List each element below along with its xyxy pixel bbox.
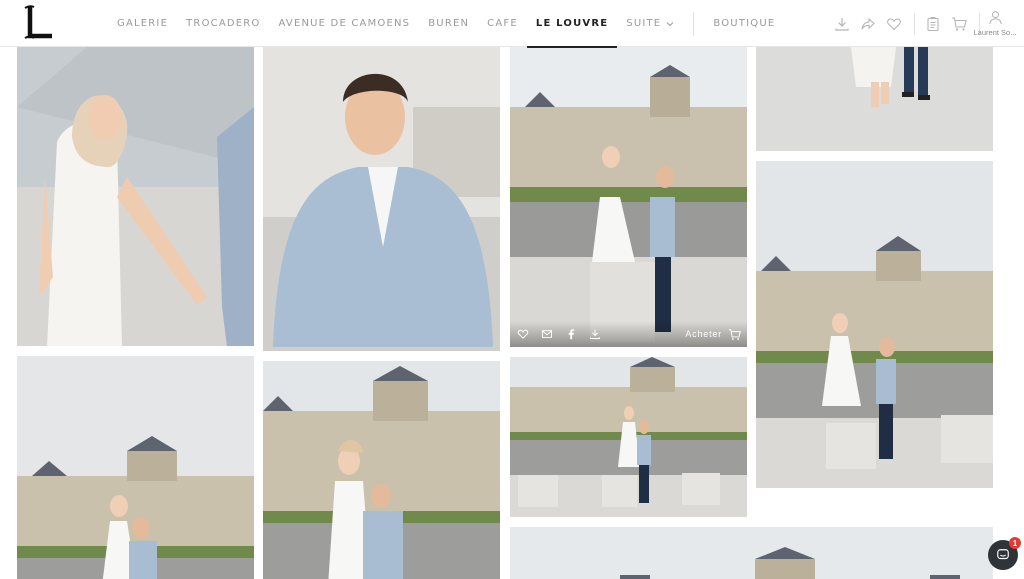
cart-icon bbox=[952, 16, 967, 31]
nav-item-buren[interactable]: BUREN bbox=[419, 0, 478, 47]
toolbar bbox=[830, 0, 986, 47]
favorites-button[interactable] bbox=[882, 12, 906, 36]
nav-label: BOUTIQUE bbox=[713, 18, 776, 29]
chat-icon bbox=[997, 549, 1009, 560]
user-icon bbox=[988, 11, 1002, 25]
nav-item-trocadero[interactable]: TROCADERO bbox=[177, 0, 269, 47]
nav-item-galerie[interactable]: GALERIE bbox=[108, 0, 177, 47]
mail-icon bbox=[542, 330, 552, 338]
main-nav: GALERIE TROCADERO AVENUE DE CAMOENS BURE… bbox=[108, 0, 784, 48]
user-account[interactable]: Laurent So... bbox=[970, 10, 1020, 37]
nav-label: TROCADERO bbox=[186, 18, 261, 29]
nav-item-le-louvre[interactable]: LE LOUVRE bbox=[526, 0, 618, 48]
chevron-down-icon bbox=[666, 21, 674, 26]
nav-label: BUREN bbox=[428, 18, 470, 29]
photo-email-button[interactable] bbox=[540, 327, 554, 341]
nav-label: CAFE bbox=[487, 18, 518, 29]
gallery-photo[interactable] bbox=[756, 47, 993, 151]
photo-bride-walking bbox=[17, 47, 254, 346]
logo-mark bbox=[24, 5, 52, 39]
photo-facebook-button[interactable] bbox=[564, 327, 578, 341]
photo-louvre-couple-pedestals bbox=[756, 161, 993, 488]
nav-item-suite[interactable]: SUITE bbox=[617, 0, 683, 47]
gallery-photo[interactable] bbox=[263, 47, 500, 351]
nav-item-boutique[interactable]: BOUTIQUE bbox=[704, 0, 784, 47]
heart-icon bbox=[887, 17, 901, 30]
nav-divider bbox=[693, 11, 695, 36]
download-icon bbox=[835, 17, 849, 31]
gallery-page: GALERIE TROCADERO AVENUE DE CAMOENS BURE… bbox=[0, 0, 1024, 579]
brand-logo[interactable] bbox=[22, 4, 56, 42]
nav-label: AVENUE DE CAMOENS bbox=[278, 18, 411, 29]
photo-couple-walking-feet bbox=[756, 47, 993, 151]
gallery-photo[interactable] bbox=[17, 47, 254, 346]
top-header: GALERIE TROCADERO AVENUE DE CAMOENS BURE… bbox=[0, 0, 1024, 48]
facebook-icon bbox=[568, 329, 574, 340]
buy-button[interactable]: Acheter bbox=[685, 328, 741, 341]
clipboard-icon bbox=[927, 16, 939, 31]
nav-item-avenue-de-camoens[interactable]: AVENUE DE CAMOENS bbox=[270, 0, 420, 47]
photo-louvre-couple-wide bbox=[17, 356, 254, 579]
orders-button[interactable] bbox=[921, 12, 945, 36]
heart-icon bbox=[517, 329, 529, 339]
cart-button[interactable] bbox=[947, 12, 971, 36]
photo-louvre-couple-blocks bbox=[510, 357, 747, 517]
gallery-photo-hovered[interactable]: Acheter bbox=[510, 47, 747, 347]
gallery-photo[interactable] bbox=[263, 361, 500, 579]
photo-favorite-button[interactable] bbox=[516, 327, 530, 341]
download-all-button[interactable] bbox=[830, 12, 854, 36]
buy-label: Acheter bbox=[685, 329, 722, 339]
gallery-photo[interactable] bbox=[756, 161, 993, 488]
photo-couple-pedestal bbox=[510, 47, 747, 347]
notification-badge: 1 bbox=[1009, 537, 1021, 549]
share-icon bbox=[861, 17, 875, 29]
photo-louvre-couple-embrace bbox=[263, 361, 500, 579]
nav-label: SUITE bbox=[626, 18, 662, 29]
photo-download-button[interactable] bbox=[588, 327, 602, 341]
nav-label: LE LOUVRE bbox=[535, 18, 609, 29]
toolbar-divider bbox=[914, 12, 915, 35]
gallery-photo[interactable] bbox=[510, 357, 747, 517]
chat-launcher-button[interactable]: 1 bbox=[988, 537, 1021, 570]
nav-label: GALERIE bbox=[117, 18, 169, 29]
gallery-photo[interactable] bbox=[17, 356, 254, 579]
photo-louvre-wide-sky bbox=[510, 527, 993, 579]
download-icon bbox=[590, 329, 600, 339]
cart-icon bbox=[728, 328, 741, 340]
photo-action-bar: Acheter bbox=[510, 321, 747, 347]
photo-groom-portrait bbox=[263, 47, 500, 351]
user-name: Laurent So... bbox=[973, 28, 1017, 37]
nav-item-cafe[interactable]: CAFE bbox=[478, 0, 527, 47]
share-button[interactable] bbox=[856, 12, 880, 36]
gallery-photo[interactable] bbox=[510, 527, 993, 579]
